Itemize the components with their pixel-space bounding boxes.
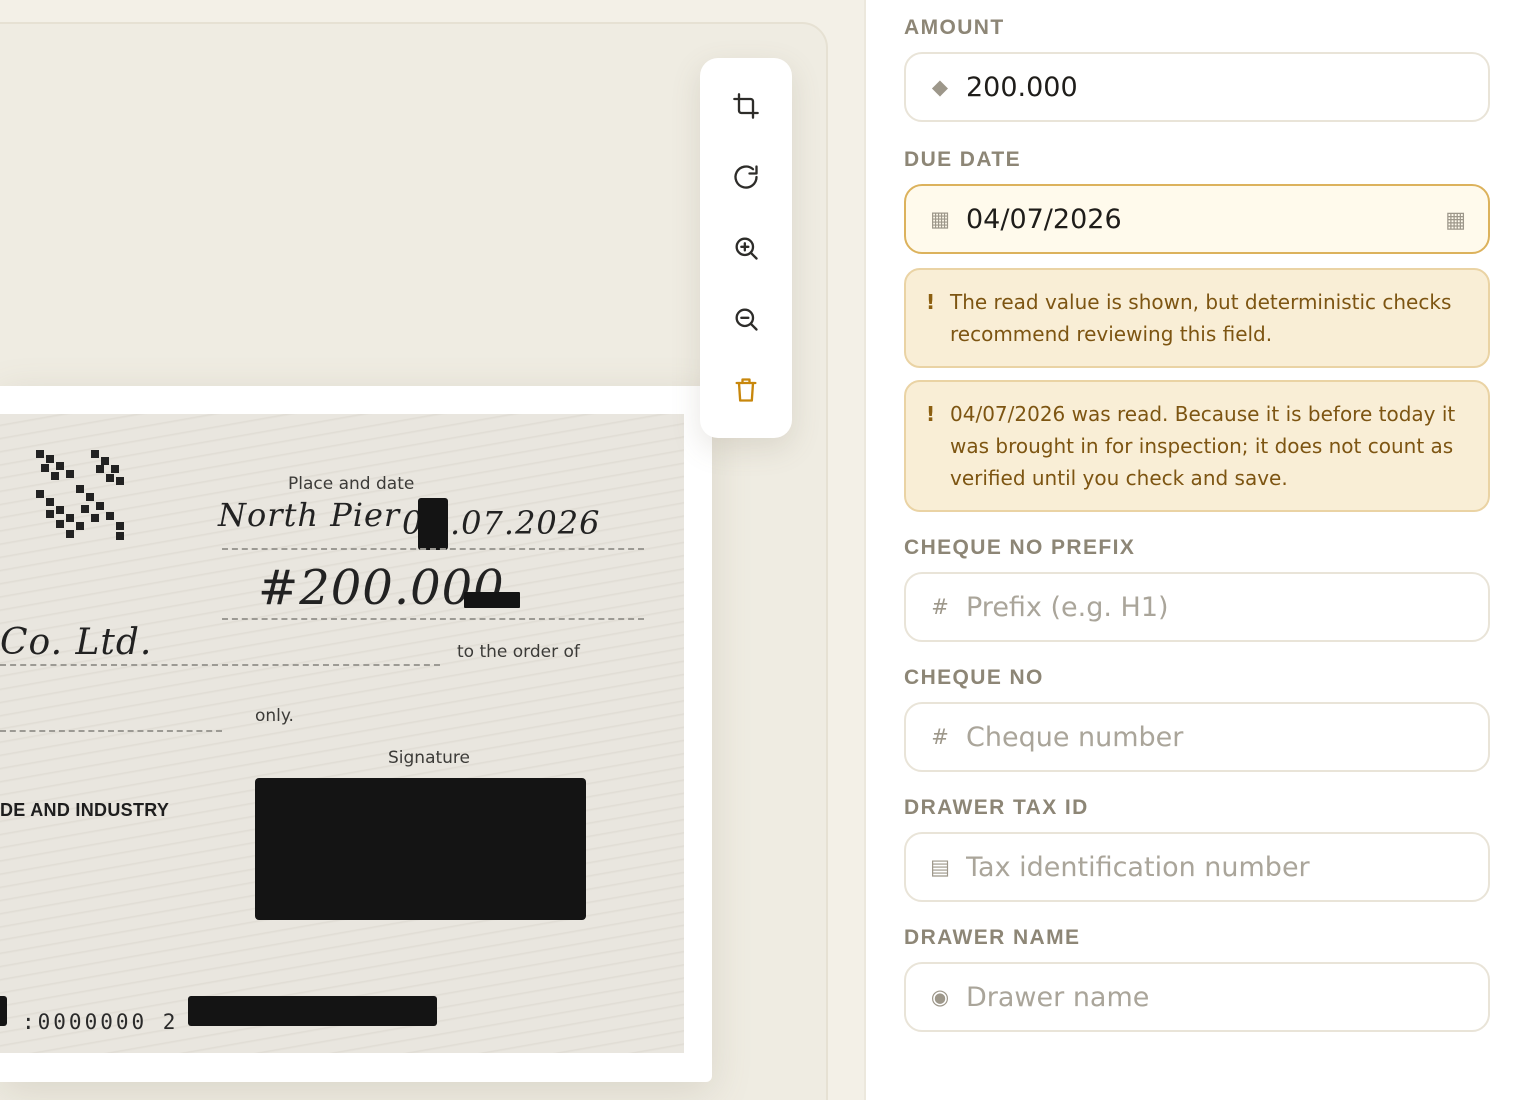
diamond-icon: ◆	[931, 75, 949, 99]
signature-label: Signature	[388, 748, 471, 768]
warning-icon: !	[926, 290, 936, 314]
delete-button[interactable]	[722, 367, 770, 414]
cheque-image: Place and date North Pier 0 .07.2026 #20…	[0, 414, 684, 1053]
drawer-name-label: DRAWER NAME	[904, 926, 1081, 949]
drawer-name-field[interactable]: ◉	[904, 962, 1490, 1032]
cheque-prefix-field[interactable]: #	[904, 572, 1490, 642]
payee-line	[0, 664, 440, 666]
rotate-button[interactable]	[722, 153, 770, 200]
due-date-input[interactable]	[966, 203, 1446, 235]
trash-icon	[735, 378, 757, 403]
micr-redaction-left	[0, 996, 7, 1026]
review-warning-text: The read value is shown, but determinist…	[950, 290, 1452, 346]
review-warning: ! The read value is shown, but determini…	[904, 268, 1490, 368]
id-card-icon: ▤	[930, 855, 950, 879]
words-line	[0, 730, 222, 732]
date-redaction	[418, 498, 448, 550]
amount-field[interactable]: ◆	[904, 52, 1490, 122]
zoom-in-button[interactable]	[722, 224, 770, 271]
due-date-field[interactable]: ▦ ▦	[904, 184, 1490, 254]
extraction-form-panel: AMOUNT ◆ DUE DATE ▦ ▦ ! The read value i…	[864, 0, 1524, 1100]
micr-line: :0000000 2	[22, 1010, 179, 1034]
image-toolbar	[700, 58, 792, 438]
person-icon: ◉	[930, 985, 950, 1009]
amount-input[interactable]	[966, 71, 1446, 103]
amount-line	[222, 618, 644, 620]
amount-label: AMOUNT	[904, 16, 1005, 39]
drawer-tax-id-input[interactable]	[966, 851, 1446, 883]
date-warning-text: 04/07/2026 was read. Because it is befor…	[950, 402, 1456, 490]
amount-redaction	[464, 592, 520, 608]
place-value: North Pier	[218, 496, 401, 534]
cheque-prefix-label: CHEQUE NO PREFIX	[904, 536, 1136, 559]
hash-icon: #	[931, 725, 949, 749]
date-value: .07.2026	[450, 504, 601, 542]
document-viewer: Place and date North Pier 0 .07.2026 #20…	[0, 0, 866, 1100]
date-line	[222, 548, 644, 550]
warning-icon: !	[926, 402, 936, 426]
crop-button[interactable]	[722, 82, 770, 129]
cheque-image-card[interactable]: Place and date North Pier 0 .07.2026 #20…	[0, 386, 712, 1082]
bank-name: DE AND INDUSTRY	[0, 800, 170, 820]
cheque-no-label: CHEQUE NO	[904, 666, 1044, 689]
date-warning: ! 04/07/2026 was read. Because it is bef…	[904, 380, 1490, 512]
only-label: only.	[255, 706, 294, 726]
zoom-out-button[interactable]	[722, 296, 770, 343]
payee-handwritten: Co. Ltd.	[0, 622, 153, 663]
micr-redaction-right	[188, 996, 437, 1026]
zoom-out-icon	[735, 308, 758, 331]
place-date-label: Place and date	[288, 474, 415, 494]
calendar-picker-icon[interactable]: ▦	[1445, 208, 1466, 233]
drawer-name-input[interactable]	[966, 981, 1446, 1013]
cheque-no-input[interactable]	[966, 721, 1446, 753]
order-label: to the order of	[457, 642, 580, 662]
due-date-label: DUE DATE	[904, 148, 1021, 171]
crop-icon	[733, 92, 759, 119]
zoom-in-icon	[735, 237, 758, 260]
cheque-prefix-input[interactable]	[966, 591, 1446, 623]
cheque-no-field[interactable]: #	[904, 702, 1490, 772]
signature-redaction	[255, 778, 586, 920]
hash-icon: #	[931, 595, 949, 619]
drawer-tax-id-field[interactable]: ▤	[904, 832, 1490, 902]
bank-logo-icon	[36, 450, 124, 540]
calendar-icon: ▦	[930, 207, 950, 231]
drawer-tax-id-label: DRAWER TAX ID	[904, 796, 1089, 819]
rotate-icon	[734, 165, 758, 189]
